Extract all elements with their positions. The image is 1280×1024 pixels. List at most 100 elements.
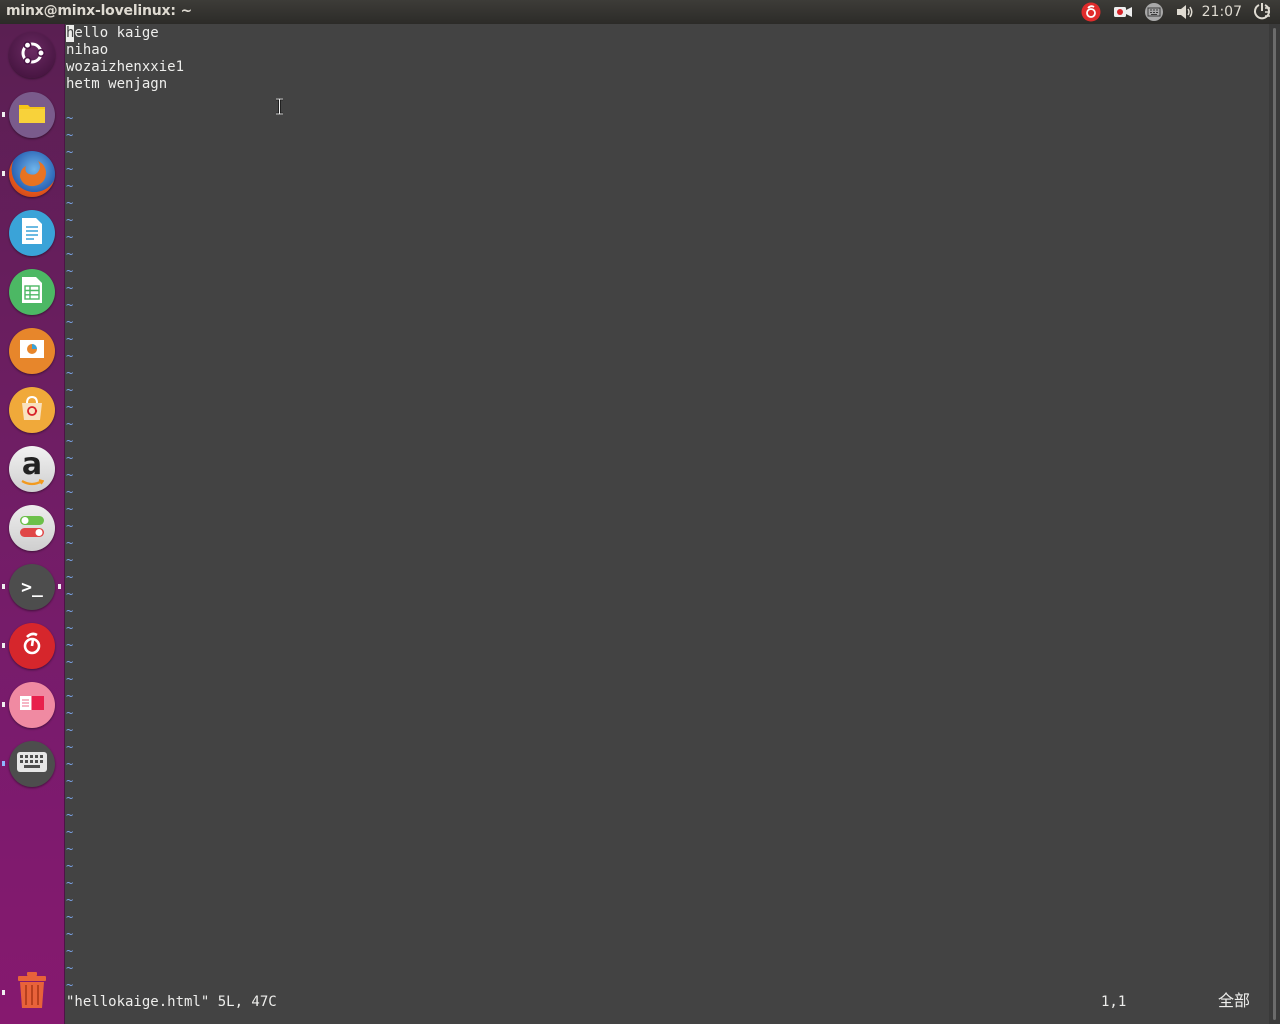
power-gear-icon[interactable] [1250,2,1274,22]
launcher-item-amazon[interactable]: a [9,446,55,492]
launcher-item-writer[interactable] [9,210,55,256]
launcher-item-firefox[interactable] [9,151,55,197]
status-cursor-position: 1,1 [1101,994,1127,1010]
tilde-marker: ~ [66,468,74,482]
tilde-marker: ~ [66,349,74,363]
tilde-marker: ~ [66,417,74,431]
tilde-marker: ~ [66,247,74,261]
tilde-marker: ~ [66,366,74,380]
running-indicator [2,643,5,648]
launcher-item-recorder[interactable] [9,682,55,728]
tilde-marker: ~ [66,638,74,652]
tilde-marker: ~ [66,434,74,448]
buffer-line-4: hetm wenjagn [66,76,168,92]
tilde-marker: ~ [66,825,74,839]
tilde-marker: ~ [66,383,74,397]
tilde-marker: ~ [66,706,74,720]
buffer-line-1: hello kaige [66,25,159,41]
netease-tray-icon[interactable] [1080,2,1102,22]
tilde-marker: ~ [66,196,74,210]
tilde-marker: ~ [66,264,74,278]
launcher-item-settings[interactable] [9,505,55,551]
running-indicator [2,112,5,117]
firefox-icon [15,155,49,193]
launcher-item-keyboard[interactable] [9,741,55,787]
tilde-marker: ~ [66,111,74,125]
tilde-marker: ~ [66,315,74,329]
volume-icon[interactable] [1174,2,1196,22]
video-camera-tray-icon[interactable] [1112,2,1134,22]
tilde-marker: ~ [66,893,74,907]
tilde-marker: ~ [66,298,74,312]
tilde-marker: ~ [66,910,74,924]
scrollbar-thumb[interactable] [1273,28,1276,1020]
tilde-marker: ~ [66,842,74,856]
buffer-line-3: wozaizhenxxie1 [66,59,185,75]
keyboard-icon [16,751,48,777]
launcher-item-impress[interactable] [9,328,55,374]
tilde-marker: ~ [66,553,74,567]
tilde-marker: ~ [66,723,74,737]
tilde-marker: ~ [66,213,74,227]
running-indicator [2,584,5,589]
tilde-marker: ~ [66,774,74,788]
running-indicator [2,171,5,176]
tilde-marker: ~ [66,604,74,618]
focused-indicator [58,584,61,589]
launcher: a >_ [0,24,65,1024]
status-scroll-indicator: 全部 [1218,991,1251,1010]
launcher-item-terminal[interactable]: >_ [9,564,55,610]
tilde-marker: ~ [66,587,74,601]
window-title: minx@minx-lovelinux: ~ [6,3,192,19]
tilde-marker: ~ [66,672,74,686]
status-file-info: "hellokaige.html" 5L, 47C [66,994,277,1010]
tilde-marker: ~ [66,944,74,958]
tilde-marker: ~ [66,128,74,142]
amazon-a-icon: a [21,447,44,486]
tilde-marker: ~ [66,757,74,771]
calc-sheet-icon [20,276,44,308]
tilde-marker: ~ [66,451,74,465]
running-indicator [2,990,5,995]
tilde-marker: ~ [66,502,74,516]
keyboard-indicator-icon[interactable] [1143,2,1165,22]
terminal-scrollbar[interactable] [1269,24,1280,1024]
netease-music-icon [17,629,47,663]
running-indicator [2,761,5,766]
terminal-prompt-icon: >_ [21,576,43,598]
buffer-line-2: nihao [66,42,109,58]
tilde-marker: ~ [66,179,74,193]
tilde-marker: ~ [66,655,74,669]
tilde-marker: ~ [66,145,74,159]
recorder-icon [18,693,46,717]
launcher-item-trash[interactable] [9,969,55,1015]
vim-editor[interactable]: hello kaige h nihao wozaizhenxxie1 hetm … [65,24,1269,1024]
launcher-item-calc[interactable] [9,269,55,315]
tilde-marker: ~ [66,400,74,414]
impress-slide-icon [18,337,46,365]
tilde-marker: ~ [66,740,74,754]
tilde-marker: ~ [66,961,74,975]
running-indicator [2,702,5,707]
shopping-bag-icon [18,394,46,426]
folder-icon [18,101,46,129]
tilde-marker: ~ [66,859,74,873]
clock[interactable]: 21:07 [1202,4,1242,20]
tilde-marker: ~ [66,689,74,703]
tilde-marker: ~ [66,519,74,533]
tilde-marker: ~ [66,927,74,941]
launcher-item-dash[interactable] [9,32,55,78]
tilde-marker: ~ [66,978,74,992]
launcher-item-netease-music[interactable] [9,623,55,669]
tilde-marker: ~ [66,162,74,176]
mouse-ibeam-cursor-icon [275,97,284,116]
tilde-marker: ~ [66,791,74,805]
tilde-marker: ~ [66,570,74,584]
tilde-marker: ~ [66,281,74,295]
tilde-marker: ~ [66,876,74,890]
tilde-marker: ~ [66,536,74,550]
launcher-item-files[interactable] [9,92,55,138]
top-panel: minx@minx-lovelinux: ~ 21:07 [0,0,1280,24]
launcher-item-software-center[interactable] [9,387,55,433]
tilde-marker: ~ [66,230,74,244]
